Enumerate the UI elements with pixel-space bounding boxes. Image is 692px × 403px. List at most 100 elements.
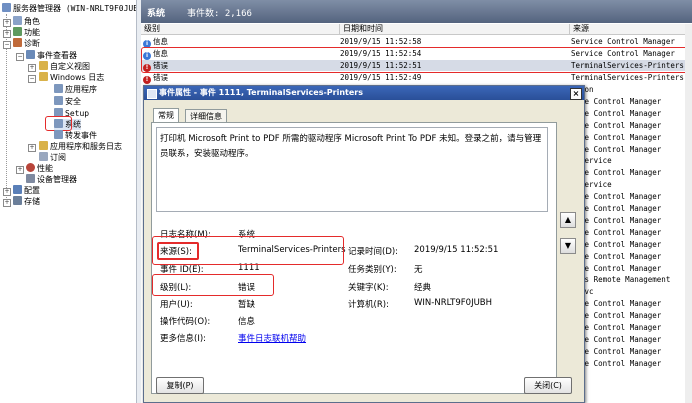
device-manager-icon <box>26 174 35 183</box>
close-button[interactable]: 关闭(C) <box>524 377 572 394</box>
source-cell: vice Control Manager <box>571 132 662 142</box>
opcode-label: 操作代码(O): <box>160 317 211 327</box>
tree-item-custom-views[interactable]: 自定义视图 <box>39 61 90 72</box>
tree-item-forwarded[interactable]: 转发事件 <box>54 130 97 141</box>
expand-icon[interactable]: + <box>3 199 11 207</box>
log-title: 系统 <box>147 9 166 19</box>
diagnostics-icon <box>13 38 22 47</box>
highlight-source-label <box>157 242 199 260</box>
table-row[interactable]: ! 错误 2019/9/15 11:52:49 TerminalServices-… <box>141 72 692 84</box>
source-cell: vice Control Manager <box>571 263 662 273</box>
copy-button[interactable]: 复制(P) <box>156 377 204 394</box>
source-cell: vice Control Manager <box>571 204 662 213</box>
log-icon <box>54 130 63 139</box>
next-event-button[interactable]: ▼ <box>560 238 576 254</box>
log-icon <box>54 84 63 93</box>
tree-item-diagnostics[interactable]: 诊断 <box>13 38 40 49</box>
column-datetime[interactable]: 日期和时间 <box>340 24 570 34</box>
log-header: 系统 事件数: 2,166 <box>141 0 692 23</box>
features-icon <box>13 27 22 36</box>
source-cell: vice Control Manager <box>571 239 662 249</box>
event-count: 事件数: 2,166 <box>187 9 252 19</box>
expand-icon[interactable]: + <box>28 64 36 72</box>
logged-label: 记录时间(D): <box>348 247 399 257</box>
highlight-system <box>45 116 72 131</box>
roles-icon <box>13 16 22 25</box>
source-cell: vice Control Manager <box>571 144 662 154</box>
collapse-icon[interactable]: − <box>3 41 11 49</box>
previous-event-button[interactable]: ▲ <box>560 212 576 228</box>
column-level[interactable]: 级别 <box>141 24 340 34</box>
folder-icon <box>39 72 48 81</box>
tree-item-app-service-logs[interactable]: 应用程序和服务日志 <box>39 141 122 152</box>
tree-item-security[interactable]: 安全 <box>54 96 81 107</box>
navigation-tree: 服务器管理器 (WIN-NRLT9F0JUB + 角色 + 功能 − 诊断 − … <box>0 0 136 403</box>
scrollbar[interactable] <box>685 24 692 403</box>
tree-item-roles[interactable]: 角色 <box>13 16 40 27</box>
source-cell: vice Control Manager <box>571 311 662 321</box>
highlight-level-group <box>152 274 274 296</box>
expand-icon[interactable]: + <box>28 144 36 152</box>
user-label: 用户(U): <box>160 300 193 310</box>
source-cell: vice Control Manager <box>571 346 662 356</box>
tree-item-event-viewer[interactable]: 事件查看器 <box>26 50 77 61</box>
computer-value: WIN-NRLT9F0JUBH <box>414 298 493 308</box>
source-cell: vice Control Manager <box>571 168 662 178</box>
tree-item-configuration[interactable]: 配置 <box>13 185 40 196</box>
close-icon[interactable]: × <box>570 88 582 100</box>
source-cell: dows Remote Management <box>571 275 671 285</box>
source-cell: vice Control Manager <box>571 251 662 261</box>
source-cell: e-Service <box>571 156 612 166</box>
source-cell: vice Control Manager <box>571 215 662 225</box>
tree-item-device-manager[interactable]: 设备管理器 <box>26 174 77 185</box>
event-description[interactable]: 打印机 Microsoft Print to PDF 所需的驱动程序 Micro… <box>156 127 548 212</box>
more-info-label: 更多信息(I): <box>160 334 207 344</box>
configuration-icon <box>13 185 22 194</box>
dialog-title-bar: 事件属性 - 事件 1111, TerminalServices-Printer… <box>144 86 584 100</box>
source-cell: e-Service <box>571 180 612 190</box>
source-cell: vice Control Manager <box>571 299 662 309</box>
tree-item-subscriptions[interactable]: 订阅 <box>39 152 66 163</box>
folder-icon <box>39 61 48 70</box>
log-icon <box>54 96 63 105</box>
source-cell: vice Control Manager <box>571 323 662 332</box>
tree-item-features[interactable]: 功能 <box>13 27 40 38</box>
column-header: 级别 日期和时间 来源 <box>141 24 692 35</box>
user-value: 暂缺 <box>238 300 256 310</box>
collapse-icon[interactable]: − <box>28 75 36 83</box>
performance-icon <box>26 163 35 172</box>
expand-icon[interactable]: + <box>3 19 11 27</box>
expand-icon[interactable]: + <box>16 166 24 174</box>
logged-value: 2019/9/15 11:52:51 <box>414 245 499 255</box>
collapse-icon[interactable]: − <box>16 53 24 61</box>
event-icon <box>147 89 157 99</box>
table-row[interactable]: i 信息 2019/9/15 11:52:58 Service Control M… <box>141 36 692 48</box>
tree-item-storage[interactable]: 存储 <box>13 196 40 207</box>
highlight-error-row <box>141 47 691 73</box>
keywords-label: 关键字(K): <box>348 283 389 293</box>
source-cell: vice Control Manager <box>571 96 662 106</box>
source-cell: vice Control Manager <box>571 192 662 202</box>
folder-icon <box>39 141 48 150</box>
column-source[interactable]: 来源 <box>570 24 692 34</box>
computer-label: 计算机(R): <box>348 300 389 310</box>
server-icon <box>2 3 11 12</box>
source-cell: vice Control Manager <box>571 227 662 237</box>
source-cell: vice Control Manager <box>571 108 662 118</box>
source-cell: vice Control Manager <box>571 358 662 368</box>
error-icon: ! <box>143 76 151 84</box>
source-cell: vice Control Manager <box>571 334 662 344</box>
expand-icon[interactable]: + <box>3 188 11 196</box>
tree-item-application[interactable]: 应用程序 <box>54 84 97 95</box>
tree-item-performance[interactable]: 性能 <box>26 163 53 174</box>
opcode-value: 信息 <box>238 317 256 327</box>
general-panel: 打印机 Microsoft Print to PDF 所需的驱动程序 Micro… <box>151 122 557 394</box>
expand-icon[interactable]: + <box>3 30 11 38</box>
tree-item-windows-logs[interactable]: Windows 日志 <box>39 72 104 83</box>
keywords-value: 经典 <box>414 283 432 293</box>
tree-root[interactable]: 服务器管理器 (WIN-NRLT9F0JUB <box>2 3 136 14</box>
more-info-link[interactable]: 事件日志联机帮助 <box>238 332 306 344</box>
event-properties-dialog: 事件属性 - 事件 1111, TerminalServices-Printer… <box>143 85 585 403</box>
task-label: 任务类别(Y): <box>348 265 397 275</box>
source-cell: logon <box>571 84 692 96</box>
